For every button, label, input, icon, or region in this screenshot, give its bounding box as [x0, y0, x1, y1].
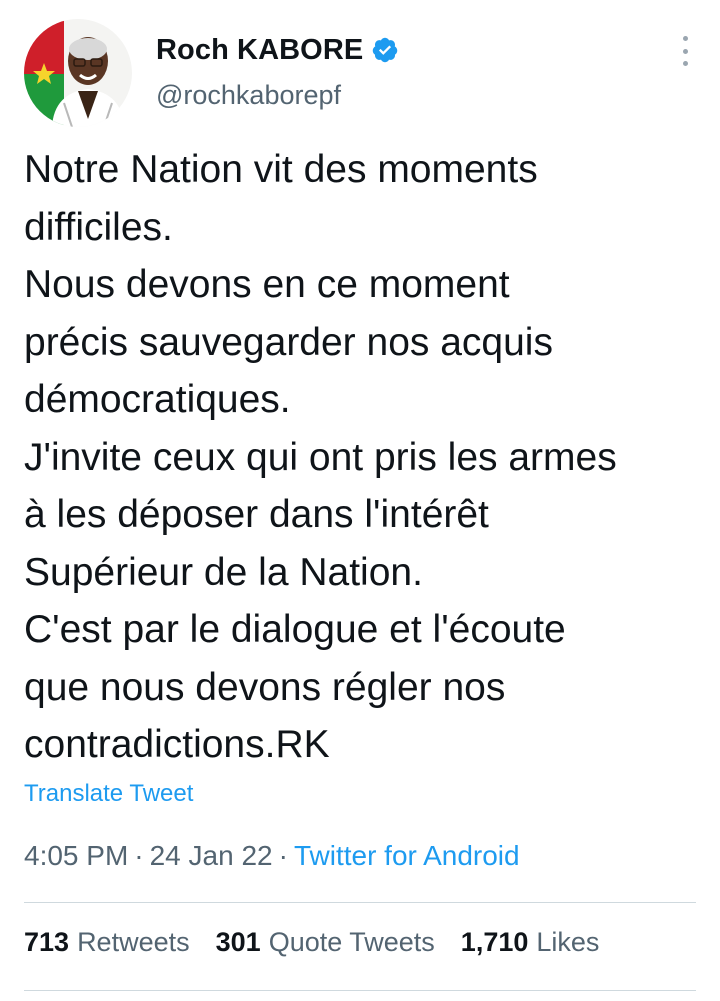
author-handle[interactable]: @rochkaborepf: [156, 80, 341, 111]
author-name-row: Roch KABORE: [156, 30, 399, 70]
likes-count: 1,710: [460, 927, 529, 957]
meta-separator: ·: [134, 840, 144, 871]
likes-label: Likes: [536, 927, 600, 957]
tweet-text-line: C'est par le dialogue et l'écoute: [24, 608, 566, 651]
tweet-text-line: Notre Nation vit des moments: [24, 148, 538, 191]
divider: [24, 902, 696, 903]
tweet-text-line: précis sauvegarder nos acquis: [24, 320, 553, 364]
tweet-text-line: J'invite ceux qui ont pris les armes: [24, 435, 617, 479]
retweets-label: Retweets: [77, 927, 190, 957]
retweets-stat[interactable]: 713 Retweets: [24, 927, 190, 958]
tweet-metadata: 4:05 PM · 24 Jan 22 · Twitter for Android: [24, 840, 520, 872]
quote-tweets-stat[interactable]: 301 Quote Tweets: [216, 927, 435, 958]
more-options-icon[interactable]: [680, 36, 690, 66]
engagement-stats: 713 Retweets 301 Quote Tweets 1,710 Likes: [24, 927, 625, 958]
translate-tweet-link[interactable]: Translate Tweet: [24, 780, 193, 808]
tweet-text-line: Nous devons en ce moment: [24, 263, 510, 306]
quote-tweets-label: Quote Tweets: [268, 927, 435, 957]
tweet-text-line: Supérieur de la Nation.: [24, 550, 423, 594]
tweet-text-line: que nous devons régler nos: [24, 665, 506, 709]
tweet-detail: Roch KABORE @rochkaborepf Notre Nation v…: [0, 0, 720, 1001]
divider: [24, 990, 696, 991]
more-dot: [682, 61, 688, 66]
retweets-count: 713: [24, 927, 70, 957]
avatar-photo: [24, 19, 132, 127]
tweet-text-line: démocratiques.: [24, 378, 291, 421]
tweet-date[interactable]: 24 Jan 22: [150, 840, 273, 871]
tweet-text-line: contradictions.RK: [24, 723, 330, 766]
verified-badge-icon: [371, 36, 399, 64]
tweet-text: Notre Nation vit des moments difficiles.…: [24, 141, 714, 774]
more-dot: [682, 48, 688, 54]
avatar[interactable]: [24, 19, 132, 127]
more-dot: [682, 36, 688, 41]
tweet-time[interactable]: 4:05 PM: [24, 840, 128, 871]
quote-tweets-count: 301: [215, 927, 261, 957]
tweet-source-link[interactable]: Twitter for Android: [294, 840, 520, 871]
tweet-text-line: difficiles.: [24, 205, 173, 249]
tweet-text-line: à les déposer dans l'intérêt: [24, 493, 489, 536]
display-name[interactable]: Roch KABORE: [156, 34, 363, 67]
likes-stat[interactable]: 1,710 Likes: [461, 927, 600, 958]
meta-separator: ·: [278, 840, 288, 871]
